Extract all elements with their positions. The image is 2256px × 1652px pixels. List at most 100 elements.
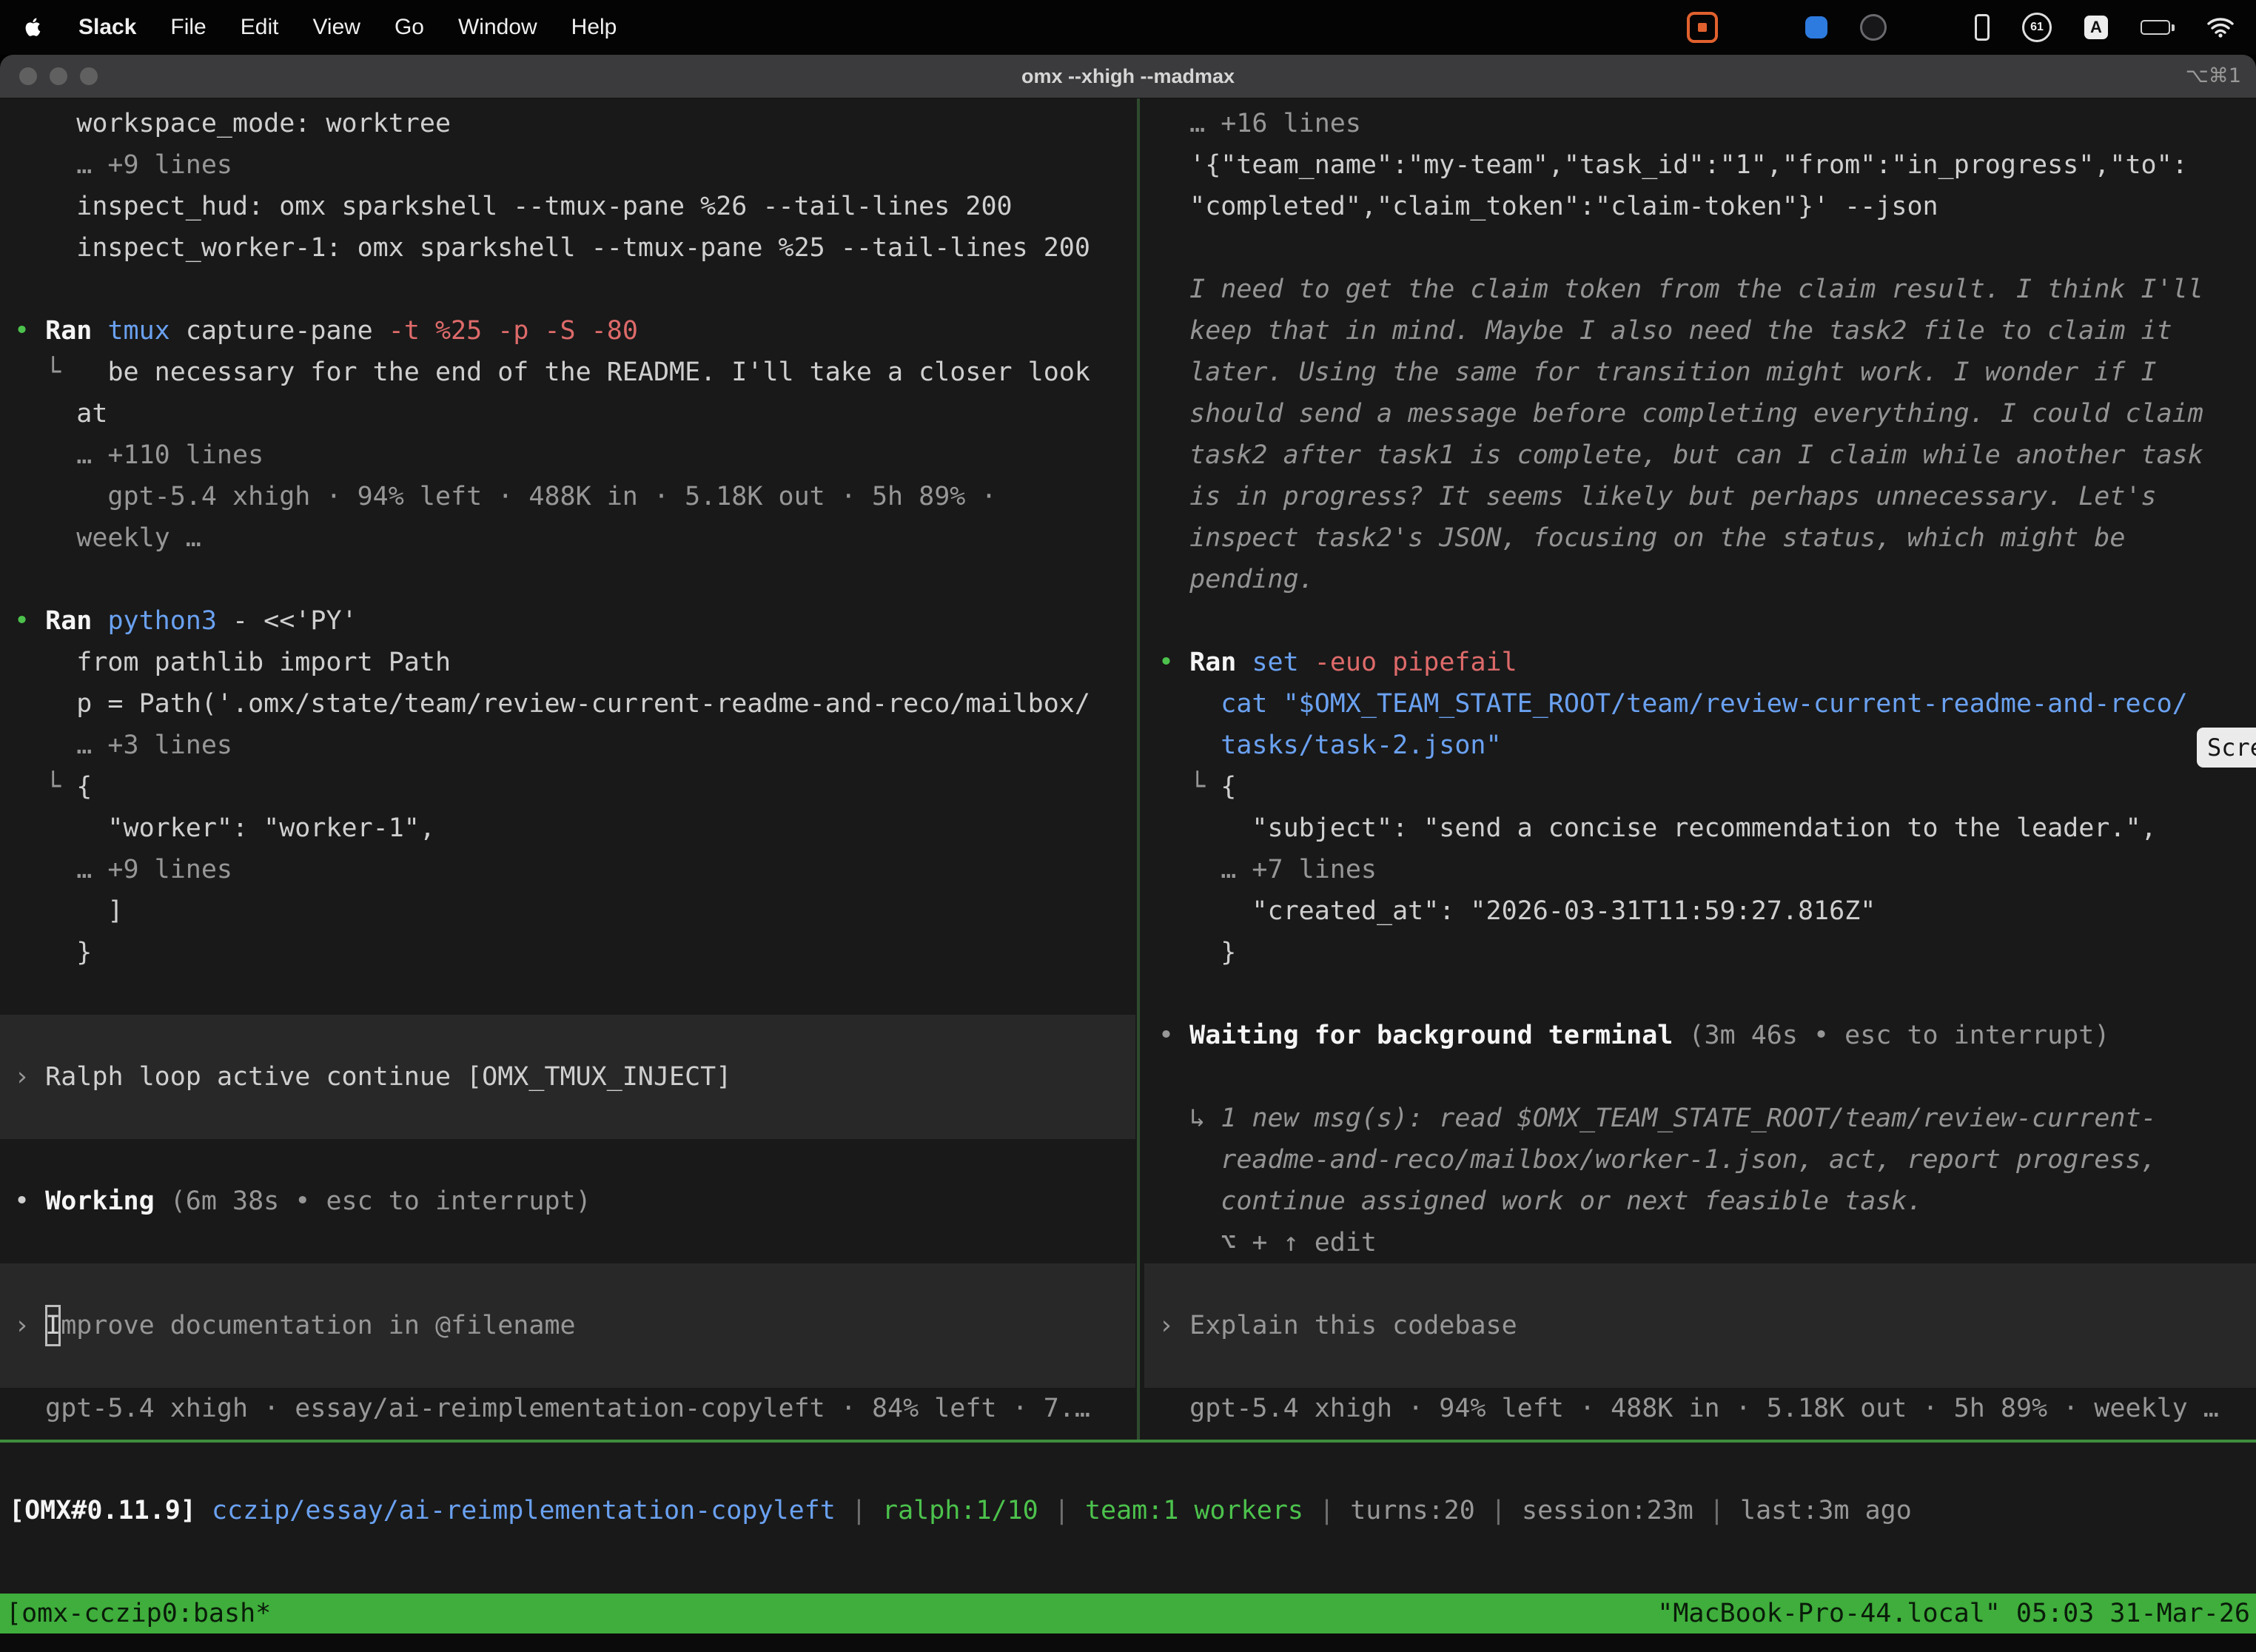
terminal-line: cat "$OMX_TEAM_STATE_ROOT/team/review-cu… <box>1144 683 2256 725</box>
terminal-line <box>1144 1056 2256 1098</box>
badge-61-icon[interactable]: 61 <box>2022 13 2052 42</box>
menu-item-window[interactable]: Window <box>458 15 537 40</box>
terminal-text-segment: '{"team_name":"my-team","task_id":"1","f… <box>1158 150 2188 180</box>
omx-status-line: [OMX#0.11.9] cczip/essay/ai-reimplementa… <box>9 1490 1912 1531</box>
terminal-text-segment: from pathlib import Path <box>14 648 451 677</box>
terminal-text-segment: readme-and-reco/mailbox/worker-1.json, a… <box>1158 1145 2157 1175</box>
terminal-line <box>1144 1263 2256 1305</box>
terminal-text-segment: … +7 lines <box>1158 855 1377 884</box>
terminal-line: … +7 lines <box>1144 849 2256 890</box>
terminal-line <box>0 1222 1135 1263</box>
terminal-line <box>0 973 1135 1015</box>
terminal-line: … +16 lines <box>1144 103 2256 144</box>
terminal-text-segment: } <box>1158 938 1236 967</box>
terminal-line: gpt-5.4 xhigh · 94% left · 488K in · 5.1… <box>1144 1388 2256 1429</box>
terminal-pane-left[interactable]: workspace_mode: worktree … +9 lines insp… <box>0 103 1135 1429</box>
terminal-text-segment: Ran <box>45 316 107 346</box>
wifi-icon[interactable] <box>2207 17 2234 38</box>
menu-item-go[interactable]: Go <box>395 15 424 40</box>
apple-logo <box>22 15 44 40</box>
window-controls <box>19 67 98 85</box>
terminal-text-segment: ⌥ + ↑ edit <box>1158 1228 1377 1258</box>
active-app-name[interactable]: Slack <box>78 15 136 40</box>
app-grid-icon[interactable] <box>1750 16 1773 38</box>
terminal-window: omx --xhigh --madmax ⌥⌘1 workspace_mode:… <box>0 55 2256 1652</box>
terminal-line: … +3 lines <box>0 725 1135 766</box>
terminal-line: › Ralph loop active continue [OMX_TMUX_I… <box>0 1056 1135 1098</box>
terminal-line: └ { <box>0 766 1135 807</box>
terminal-line: keep that in mind. Maybe I also need the… <box>1144 310 2256 352</box>
status-segment: turns:20 <box>1350 1496 1475 1525</box>
input-source-icon[interactable]: A <box>2084 16 2108 39</box>
window-shortcut-badge: ⌥⌘1 <box>2186 55 2241 98</box>
terminal-text-segment: › <box>14 1062 45 1092</box>
terminal-text-segment: Ran <box>1189 648 1252 677</box>
zoom-button[interactable] <box>80 67 98 85</box>
terminal-line: … +9 lines <box>0 144 1135 186</box>
terminal-line: • Ran set -euo pipefail <box>1144 642 2256 683</box>
menu-item-file[interactable]: File <box>170 15 206 40</box>
terminal-text-segment: "subject": "send a concise recommendatio… <box>1158 813 2157 843</box>
terminal-text-segment: › <box>14 1311 45 1340</box>
tmux-host-clock: "MacBook-Pro-44.local" 05:03 31-Mar-26 <box>1657 1599 2250 1628</box>
dots-grid-icon[interactable] <box>1919 16 1942 39</box>
terminal-line: gpt-5.4 xhigh · essay/ai-reimplementatio… <box>0 1388 1135 1429</box>
terminal-text-segment: mprove documentation in @filename <box>61 1311 575 1340</box>
terminal-line <box>0 1015 1135 1056</box>
terminal-text-segment: "worker": "worker-1", <box>14 813 435 843</box>
tmux-session-label: [omx-cczip0:bash* <box>6 1599 271 1628</box>
apple-menu-icon[interactable] <box>22 15 44 40</box>
terminal-line: › Explain this codebase <box>1144 1305 2256 1346</box>
terminal-text-segment: -euo pipefail <box>1315 648 1517 677</box>
terminal-text-segment: … +3 lines <box>14 731 232 760</box>
status-segment: | <box>1693 1496 1740 1525</box>
menu-item-help[interactable]: Help <box>571 15 617 40</box>
terminal-text-segment: "created_at": "2026-03-31T11:59:27.816Z" <box>1158 896 1876 926</box>
terminal-line <box>0 269 1135 310</box>
recording-dot <box>1698 23 1707 32</box>
terminal-line: › Improve documentation in @filename <box>0 1305 1135 1346</box>
terminal-text-segment: { <box>76 772 92 802</box>
terminal-text-segment: be necessary for the end of the README. … <box>76 357 1090 387</box>
window-title-bar[interactable]: omx --xhigh --madmax ⌥⌘1 <box>0 55 2256 98</box>
menu-item-view[interactable]: View <box>312 15 360 40</box>
terminal-line: inspect_worker-1: omx sparkshell --tmux-… <box>0 227 1135 269</box>
status-segment: session:23m <box>1522 1496 1693 1525</box>
terminal-pane-right[interactable]: … +16 lines '{"team_name":"my-team","tas… <box>1144 103 2256 1429</box>
terminal-content: workspace_mode: worktree … +9 lines insp… <box>0 98 2256 1652</box>
dark-app-icon[interactable] <box>1860 14 1887 41</box>
terminal-line: at <box>0 393 1135 434</box>
terminal-text-segment: later. Using the same for transition mig… <box>1158 357 2157 387</box>
blue-app-icon[interactable] <box>1805 16 1827 38</box>
terminal-text-segment: } <box>14 938 92 967</box>
status-segment: | <box>1475 1496 1522 1525</box>
terminal-line: ↳ 1 new msg(s): read $OMX_TEAM_STATE_ROO… <box>1144 1098 2256 1139</box>
close-button[interactable] <box>19 67 37 85</box>
terminal-line: • Waiting for background terminal (3m 46… <box>1144 1015 2256 1056</box>
terminal-line <box>0 1098 1135 1139</box>
screen-recording-indicator[interactable] <box>1687 12 1718 43</box>
status-segment: | <box>1303 1496 1350 1525</box>
sidecar-icon[interactable] <box>1975 14 1990 41</box>
terminal-text-segment: continue assigned work or next feasible … <box>1158 1186 1923 1216</box>
battery-icon[interactable] <box>2141 20 2175 35</box>
minimize-button[interactable] <box>50 67 67 85</box>
terminal-line: └ { <box>1144 766 2256 807</box>
terminal-text-segment: inspect_worker-1: omx sparkshell --tmux-… <box>14 233 1090 263</box>
terminal-text-segment: python3 <box>107 606 232 636</box>
terminal-text-segment: Working <box>45 1186 170 1216</box>
tmux-vertical-divider[interactable] <box>1137 98 1140 1440</box>
terminal-line: "worker": "worker-1", <box>0 807 1135 849</box>
terminal-text-segment: … +9 lines <box>14 150 232 180</box>
terminal-line: ⌥ + ↑ edit <box>1144 1222 2256 1263</box>
terminal-line: • Ran tmux capture-pane -t %25 -p -S -80 <box>0 310 1135 352</box>
status-segment: | <box>836 1496 882 1525</box>
terminal-line <box>1144 973 2256 1015</box>
terminal-text-segment: • <box>1158 1021 1189 1050</box>
terminal-text-segment: • <box>14 606 45 636</box>
menu-item-edit[interactable]: Edit <box>241 15 279 40</box>
terminal-text-segment: is in progress? It seems likely but perh… <box>1158 482 2157 511</box>
terminal-line: └ be necessary for the end of the README… <box>0 352 1135 393</box>
terminal-line <box>0 1346 1135 1388</box>
terminal-line <box>0 559 1135 600</box>
